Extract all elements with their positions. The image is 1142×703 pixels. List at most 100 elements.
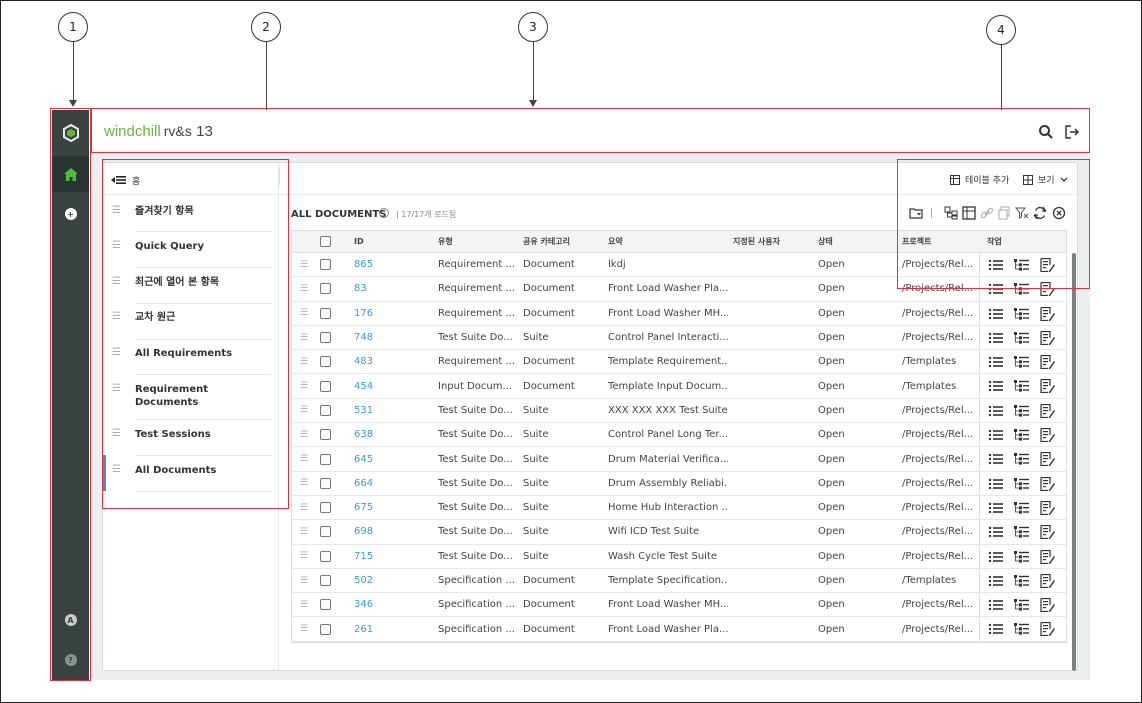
- column-header-summary[interactable]: 요약: [608, 231, 623, 252]
- row-checkbox[interactable]: [320, 472, 331, 495]
- tree-structure-icon[interactable]: [1014, 258, 1029, 272]
- home-nav-button[interactable]: [52, 156, 89, 192]
- document-id-link[interactable]: 645: [354, 447, 373, 470]
- list-view-icon[interactable]: [988, 622, 1003, 636]
- edit-document-icon[interactable]: [1040, 525, 1055, 540]
- tree-structure-icon[interactable]: [1014, 428, 1029, 442]
- edit-document-icon[interactable]: [1040, 452, 1055, 467]
- tree-structure-icon[interactable]: [1014, 307, 1029, 321]
- list-view-icon[interactable]: [988, 258, 1003, 272]
- column-header-assigned[interactable]: 지정된 사용자: [733, 231, 780, 252]
- row-drag-handle-icon[interactable]: ☰: [300, 447, 308, 470]
- table-row[interactable]: ☰ 346 Specification ... Document Front Load …: [292, 593, 1066, 618]
- select-all-checkbox[interactable]: [320, 231, 331, 252]
- document-id-link[interactable]: 675: [354, 496, 373, 519]
- tree-structure-icon[interactable]: [1014, 501, 1029, 515]
- row-drag-handle-icon[interactable]: ☰: [300, 350, 308, 373]
- add-table-button[interactable]: 테이블 추가: [950, 173, 1009, 186]
- column-header-category[interactable]: 공유 카테고리: [523, 231, 570, 252]
- row-checkbox[interactable]: [320, 253, 331, 276]
- tree-structure-icon[interactable]: [1014, 525, 1029, 539]
- drag-handle-icon[interactable]: ☰: [112, 311, 121, 323]
- document-id-link[interactable]: 502: [354, 569, 373, 592]
- refresh-icon[interactable]: [1033, 206, 1047, 220]
- row-checkbox[interactable]: [320, 617, 331, 640]
- tree-structure-icon[interactable]: [1014, 622, 1029, 636]
- tree-structure-icon[interactable]: [1014, 477, 1029, 491]
- row-checkbox[interactable]: [320, 374, 331, 397]
- row-drag-handle-icon[interactable]: ☰: [300, 617, 308, 640]
- scrollbar[interactable]: [1072, 253, 1076, 671]
- list-view-icon[interactable]: [988, 574, 1003, 588]
- table-row[interactable]: ☰ 865 Requirement ... Document lkdj Open/Proj…: [292, 253, 1066, 278]
- edit-document-icon[interactable]: [1040, 598, 1055, 613]
- row-checkbox[interactable]: [320, 545, 331, 568]
- row-drag-handle-icon[interactable]: ☰: [300, 423, 308, 446]
- column-header-state[interactable]: 상태: [818, 231, 833, 252]
- row-drag-handle-icon[interactable]: ☰: [300, 374, 308, 397]
- edit-document-icon[interactable]: [1040, 379, 1055, 394]
- table-row[interactable]: ☰ 645 Test Suite Do... Suite Drum Material V…: [292, 447, 1066, 472]
- drag-handle-icon[interactable]: ☰: [112, 464, 121, 476]
- edit-document-icon[interactable]: [1040, 257, 1055, 273]
- table-row[interactable]: ☰ 502 Specification ... Document Template Sp…: [292, 568, 1066, 594]
- edit-document-icon[interactable]: [1040, 476, 1055, 491]
- table-row[interactable]: ☰ 715 Test Suite Do... Suite Wash Cycle Test…: [292, 544, 1066, 569]
- sidebar-item-quick-query[interactable]: ☰ Quick Query: [103, 240, 279, 253]
- tree-structure-icon[interactable]: [1014, 379, 1029, 393]
- row-checkbox[interactable]: [320, 326, 331, 349]
- row-checkbox[interactable]: [320, 569, 331, 592]
- list-view-icon[interactable]: [988, 282, 1003, 296]
- document-id-link[interactable]: 454: [354, 374, 373, 397]
- document-id-link[interactable]: 176: [354, 302, 373, 325]
- document-id-link[interactable]: 261: [354, 617, 373, 640]
- row-drag-handle-icon[interactable]: ☰: [300, 569, 308, 592]
- table-row[interactable]: ☰ 176 Requirement ... Document Front Load Wa…: [292, 301, 1066, 326]
- column-header-type[interactable]: 유형: [438, 231, 453, 252]
- tree-structure-icon[interactable]: [1014, 404, 1029, 418]
- close-icon[interactable]: [1052, 206, 1066, 220]
- table-row[interactable]: ☰ 638 Test Suite Do... Suite Control Panel L…: [292, 423, 1066, 448]
- list-view-icon[interactable]: [988, 452, 1003, 466]
- sidebar-item-test-sessions[interactable]: ☰ Test Sessions: [103, 428, 279, 441]
- document-id-link[interactable]: 748: [354, 326, 373, 349]
- document-id-link[interactable]: 83: [354, 277, 367, 300]
- row-checkbox[interactable]: [320, 593, 331, 616]
- table-row[interactable]: ☰ 83 Requirement ... Document Front Load Was…: [292, 277, 1066, 302]
- sidebar-item-all-requirements[interactable]: ☰ All Requirements: [103, 347, 279, 360]
- list-view-icon[interactable]: [988, 477, 1003, 491]
- table-row[interactable]: ☰ 675 Test Suite Do... Suite Home Hub Intera…: [292, 495, 1066, 521]
- edit-document-icon[interactable]: [1040, 282, 1055, 297]
- list-view-icon[interactable]: [988, 404, 1003, 418]
- edit-document-icon[interactable]: [1040, 306, 1055, 321]
- copy-icon[interactable]: [997, 206, 1011, 220]
- table-row[interactable]: ☰ 483 Requirement ... Document Template Requ…: [292, 350, 1066, 375]
- tree-structure-icon[interactable]: [1014, 355, 1029, 369]
- tree-view-icon[interactable]: [944, 206, 958, 220]
- table-row[interactable]: ☰ 698 Test Suite Do... Suite Wifi ICD Test S…: [292, 520, 1066, 545]
- drag-handle-icon[interactable]: ☰: [112, 428, 121, 440]
- list-view-icon[interactable]: [988, 379, 1003, 393]
- list-view-icon[interactable]: [988, 550, 1003, 564]
- sidebar-home-toggle[interactable]: 홈: [111, 172, 140, 188]
- row-checkbox[interactable]: [320, 302, 331, 325]
- help-button[interactable]: ?: [52, 650, 89, 670]
- column-header-project[interactable]: 프로젝트: [902, 231, 931, 252]
- sidebar-item-all-documents[interactable]: ☰ All Documents: [103, 464, 279, 477]
- row-checkbox[interactable]: [320, 350, 331, 373]
- row-drag-handle-icon[interactable]: ☰: [300, 520, 308, 543]
- tree-structure-icon[interactable]: [1014, 282, 1029, 296]
- row-checkbox[interactable]: [320, 399, 331, 422]
- tree-structure-icon[interactable]: [1014, 574, 1029, 588]
- row-checkbox[interactable]: [320, 520, 331, 543]
- logout-icon[interactable]: [1064, 124, 1080, 140]
- document-id-link[interactable]: 698: [354, 520, 373, 543]
- list-view-icon[interactable]: [988, 428, 1003, 442]
- list-view-icon[interactable]: [988, 501, 1003, 515]
- drag-handle-icon[interactable]: ☰: [112, 205, 121, 217]
- filter-folder-icon[interactable]: [909, 206, 923, 220]
- table-row[interactable]: ☰ 664 Test Suite Do... Suite Drum Assembly R…: [292, 471, 1066, 496]
- document-id-link[interactable]: 638: [354, 423, 373, 446]
- view-dropdown[interactable]: 보기: [1023, 173, 1068, 186]
- app-logo-icon[interactable]: [52, 118, 89, 148]
